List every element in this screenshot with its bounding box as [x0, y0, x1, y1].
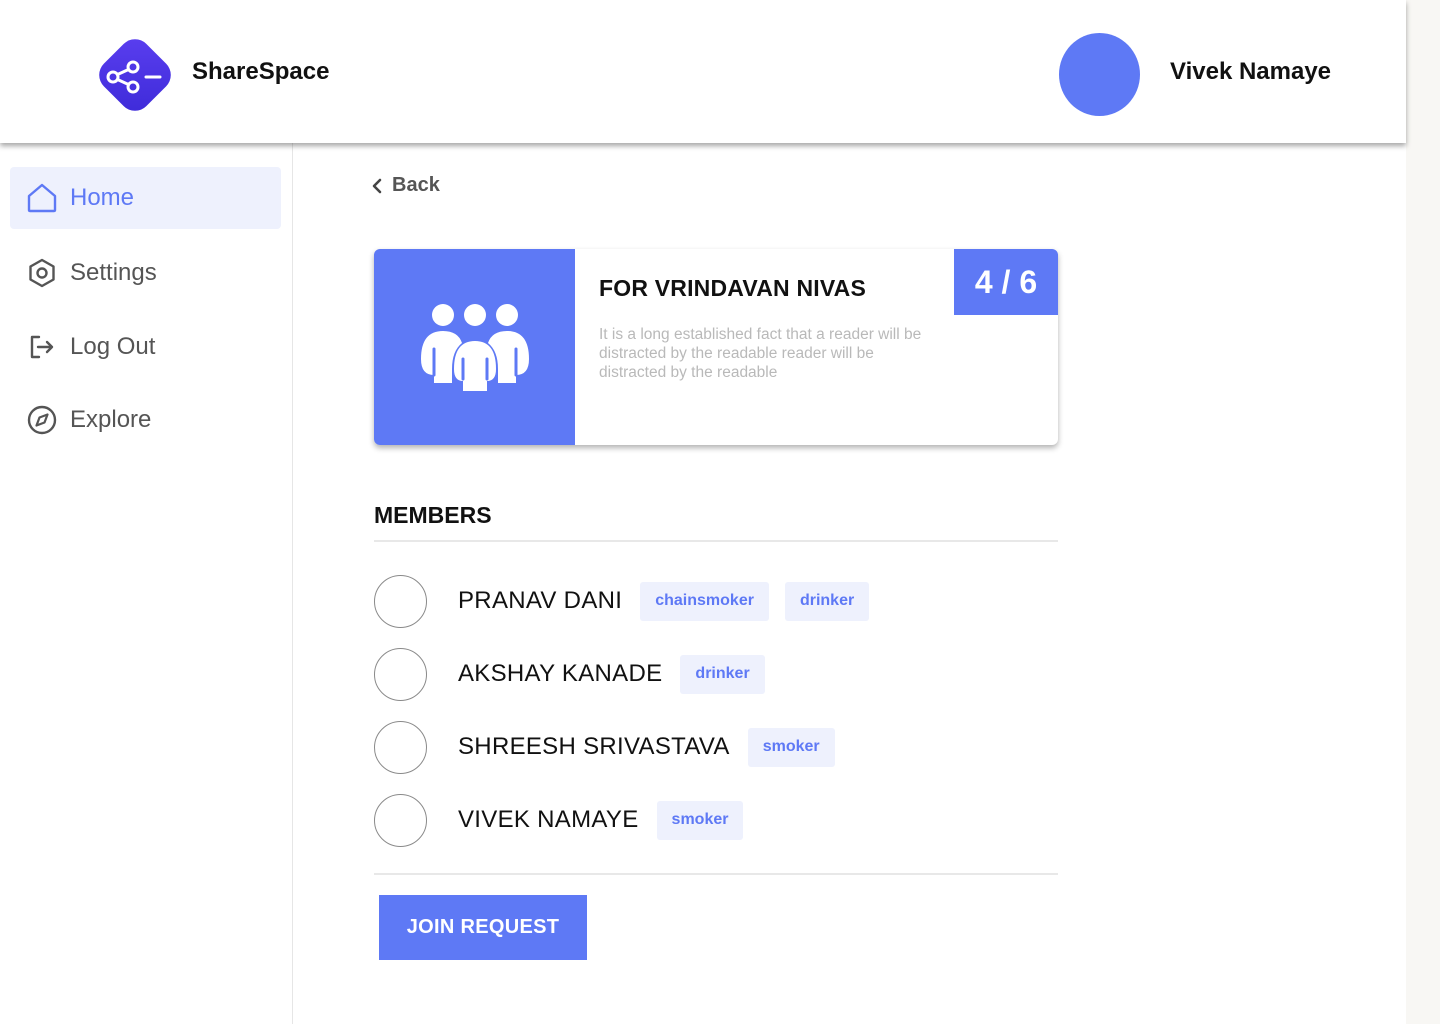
- member-row: PRANAV DANI chainsmoker drinker: [374, 574, 870, 628]
- member-name: AKSHAY KANADE: [458, 660, 663, 687]
- member-name: VIVEK NAMAYE: [458, 806, 639, 833]
- member-row: SHREESH SRIVASTAVA smoker: [374, 720, 835, 774]
- member-avatar[interactable]: [374, 720, 427, 774]
- listing-description: It is a long established fact that a rea…: [599, 326, 922, 381]
- sidebar-item-label: Settings: [70, 259, 157, 286]
- member-tag: drinker: [784, 581, 870, 621]
- top-header: ShareSpace Vivek Namaye: [0, 0, 1406, 143]
- sidebar-item-explore[interactable]: Explore: [10, 389, 281, 451]
- sidebar: Home Settings Log Out Explore: [0, 143, 293, 1024]
- back-label: Back: [392, 174, 440, 196]
- group-people-icon: [421, 304, 529, 391]
- back-link[interactable]: Back: [370, 174, 440, 197]
- sidebar-item-label: Home: [70, 184, 135, 211]
- listing-card: FOR VRINDAVAN NIVAS It is a long establi…: [374, 249, 1058, 445]
- occupancy-badge: 4 / 6: [954, 249, 1058, 315]
- home-icon: [27, 183, 57, 213]
- members-heading: MEMBERS: [374, 502, 492, 528]
- join-request-button[interactable]: JOIN REQUEST: [379, 895, 587, 960]
- sidebar-item-label: Explore: [70, 406, 152, 433]
- sidebar-item-label: Log Out: [70, 333, 156, 360]
- member-tag: smoker: [747, 727, 835, 767]
- member-name: SHREESH SRIVASTAVA: [458, 733, 730, 760]
- brand-name: ShareSpace: [192, 58, 330, 85]
- chevron-left-icon: [372, 178, 382, 193]
- sidebar-item-logout[interactable]: Log Out: [10, 316, 281, 378]
- member-name: PRANAV DANI: [458, 587, 623, 614]
- user-name[interactable]: Vivek Namaye: [1170, 58, 1331, 86]
- member-avatar[interactable]: [374, 793, 427, 847]
- listing-title: FOR VRINDAVAN NIVAS: [599, 275, 867, 301]
- sidebar-item-settings[interactable]: Settings: [10, 242, 281, 304]
- members-divider-bottom: [374, 873, 1058, 875]
- listing-image: [374, 249, 575, 445]
- page: ShareSpace Vivek Namaye Home Settings Lo…: [0, 0, 1406, 1024]
- share-nodes-icon: [99, 39, 171, 111]
- user-avatar[interactable]: [1059, 33, 1140, 116]
- sidebar-item-home[interactable]: Home: [10, 167, 281, 229]
- logo-badge[interactable]: [89, 31, 181, 119]
- member-avatar[interactable]: [374, 647, 427, 701]
- member-row: VIVEK NAMAYE smoker: [374, 793, 744, 847]
- member-tag: smoker: [656, 800, 744, 840]
- member-tag: chainsmoker: [640, 581, 769, 621]
- members-divider-top: [374, 540, 1058, 542]
- member-tag: drinker: [680, 654, 765, 694]
- member-row: AKSHAY KANADE drinker: [374, 647, 765, 701]
- member-avatar[interactable]: [374, 574, 427, 628]
- hexagon-gear-icon: [29, 258, 55, 288]
- compass-icon: [27, 405, 57, 435]
- logout-icon: [30, 335, 54, 359]
